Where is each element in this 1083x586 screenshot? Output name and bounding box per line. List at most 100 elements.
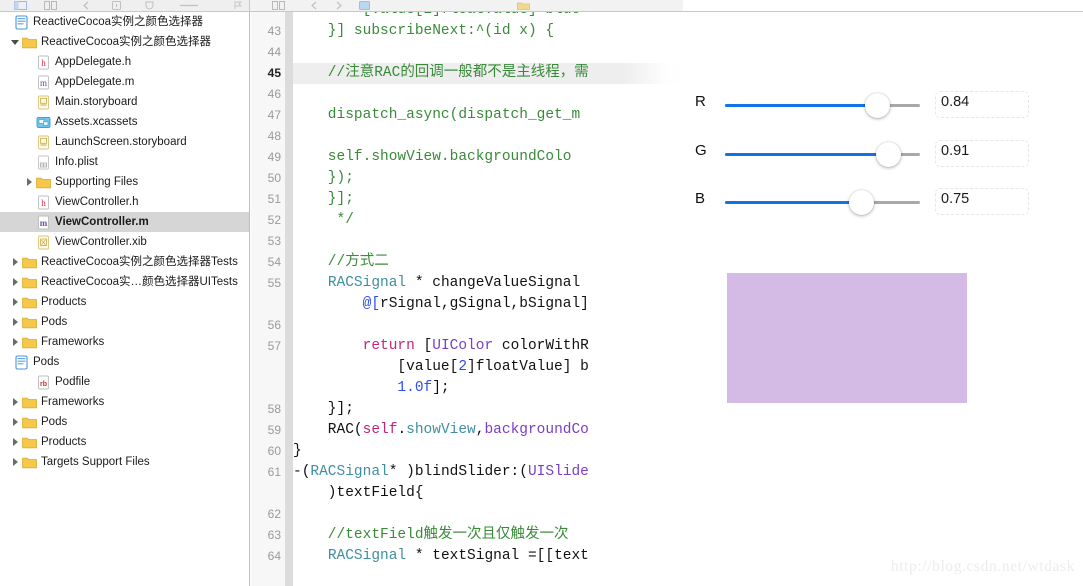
navigator-item[interactable]: Frameworks <box>0 392 249 412</box>
line-number: 53 <box>267 234 281 248</box>
disclosure-triangle-icon[interactable] <box>10 316 22 328</box>
disclosure-triangle-icon[interactable] <box>24 176 36 188</box>
gutter-edge-strip <box>285 12 293 586</box>
navigator-item[interactable]: ReactiveCocoa实例之颜色选择器 <box>0 12 249 32</box>
folder-icon <box>22 275 37 290</box>
view-layout-icon[interactable] <box>44 1 57 10</box>
chevron-right-icon[interactable] <box>332 1 345 10</box>
code-line: RAC(self.showView,backgroundCo <box>293 420 589 441</box>
toolbar-right-section <box>683 0 1083 11</box>
disclosure-triangle-icon[interactable] <box>10 36 22 48</box>
navigator-item[interactable]: m ViewController.m <box>0 212 249 232</box>
navigator-item[interactable]: m AppDelegate.m <box>0 72 249 92</box>
folder-icon <box>22 295 37 310</box>
slider-row-r[interactable]: R 0.84 <box>683 85 1083 125</box>
navigator-item[interactable]: ReactiveCocoa实…颜色选择器UITests <box>0 272 249 292</box>
slider-thumb[interactable] <box>864 93 890 118</box>
navigator-item[interactable]: Supporting Files <box>0 172 249 192</box>
slider-row-b[interactable]: B 0.75 <box>683 182 1083 222</box>
code-token: }]; <box>293 401 354 417</box>
slider-track[interactable] <box>725 104 920 107</box>
navigator-item[interactable]: Frameworks <box>0 332 249 352</box>
disclosure-triangle-icon[interactable] <box>10 336 22 348</box>
minus-icon[interactable] <box>178 1 200 10</box>
code-token: rSignal,gSignal,bSignal] <box>380 296 589 312</box>
line-number: 49 <box>267 150 281 164</box>
navigator-item-label: Pods <box>41 416 68 428</box>
navigator-item[interactable]: rb Podfile <box>0 372 249 392</box>
assets-catalog-icon <box>36 115 51 130</box>
project-navigator[interactable]: ReactiveCocoa实例之颜色选择器 ReactiveCocoa实例之颜色选… <box>0 12 250 586</box>
navigator-item[interactable]: Pods <box>0 412 249 432</box>
code-token: 1.0f <box>397 380 433 396</box>
line-number: 58 <box>267 402 281 416</box>
slider-channel-label: G <box>695 142 707 159</box>
navigator-item[interactable]: Pods <box>0 312 249 332</box>
folder-icon <box>22 435 37 450</box>
code-line: }]; <box>293 399 354 420</box>
slider-thumb[interactable] <box>876 142 902 167</box>
navigator-item[interactable]: Main.storyboard <box>0 92 249 112</box>
navigator-item-label: Info.plist <box>55 156 98 168</box>
code-surface[interactable]: [value[2]floatValue] blue }] subscribeNe… <box>293 12 683 586</box>
line-number: 54 <box>267 255 281 269</box>
navigator-item[interactable]: LaunchScreen.storyboard <box>0 132 249 152</box>
code-token: [value[ <box>293 359 459 375</box>
panel-toggle-icon[interactable] <box>14 1 27 10</box>
line-number: 45 <box>267 66 281 80</box>
disclosure-triangle-icon[interactable] <box>10 456 22 468</box>
assistant-editor-icon[interactable] <box>272 1 285 10</box>
disclosure-triangle-icon[interactable] <box>10 296 22 308</box>
navigator-item[interactable]: Products <box>0 292 249 312</box>
disclosure-triangle-icon[interactable] <box>10 436 22 448</box>
flag-icon[interactable] <box>232 1 245 10</box>
disclosure-triangle-icon[interactable] <box>10 396 22 408</box>
line-number: 61 <box>267 465 281 479</box>
folder-icon <box>22 335 37 350</box>
navigator-item-label: Main.storyboard <box>55 96 138 108</box>
navigator-item-label: ViewController.m <box>55 216 149 228</box>
navigator-item[interactable]: h AppDelegate.h <box>0 52 249 72</box>
navigator-item[interactable]: Pods <box>0 352 249 372</box>
navigator-item-label: Pods <box>41 316 68 328</box>
slider-row-g[interactable]: G 0.91 <box>683 134 1083 174</box>
navigator-item[interactable]: Info.plist <box>0 152 249 172</box>
slider-filled-track <box>725 104 878 107</box>
code-editor[interactable]: 43 44 45 46 47 48 49 50 51 52 53 54 55 56 57 58 59 60 61 62… <box>251 12 683 586</box>
chevron-left-icon[interactable] <box>308 1 321 10</box>
code-token: ]floatValue] b <box>467 359 589 375</box>
navigator-item[interactable]: h ViewController.h <box>0 192 249 212</box>
navigator-item[interactable]: Products <box>0 432 249 452</box>
navigator-item[interactable]: ReactiveCocoa实例之颜色选择器Tests <box>0 252 249 272</box>
code-token: RACSignal <box>327 548 407 564</box>
slider-filled-track <box>725 201 862 204</box>
line-number: 52 <box>267 213 281 227</box>
slider-channel-label: R <box>695 93 706 110</box>
back-arrow-icon[interactable] <box>80 1 93 10</box>
disclosure-triangle-icon[interactable] <box>10 276 22 288</box>
navigator-item[interactable]: ViewController.xib <box>0 232 249 252</box>
disclosure-triangle-icon[interactable] <box>10 416 22 428</box>
disclosure-triangle-icon[interactable] <box>10 256 22 268</box>
svg-text:m: m <box>40 78 47 88</box>
navigator-item[interactable]: Targets Support Files <box>0 452 249 472</box>
warning-icon[interactable] <box>110 1 123 10</box>
folder-icon <box>22 35 37 50</box>
code-line: @[rSignal,gSignal,bSignal] <box>293 294 589 315</box>
slider-thumb[interactable] <box>849 190 874 215</box>
navigator-item[interactable]: ReactiveCocoa实例之颜色选择器 <box>0 32 249 52</box>
slider-track[interactable] <box>725 201 920 204</box>
navigator-item-label: ViewController.h <box>55 196 139 208</box>
slider-value-text: 0.75 <box>941 191 970 207</box>
navigator-item[interactable]: Assets.xcassets <box>0 112 249 132</box>
breadcrumb-folder-icon[interactable] <box>517 1 530 10</box>
breadcrumb-project-icon[interactable] <box>358 1 371 10</box>
simulator-preview[interactable]: R 0.84 G 0.91 B 0.75 http://blog.csdn.net/wtd… <box>683 12 1083 586</box>
shield-icon[interactable] <box>143 1 156 10</box>
